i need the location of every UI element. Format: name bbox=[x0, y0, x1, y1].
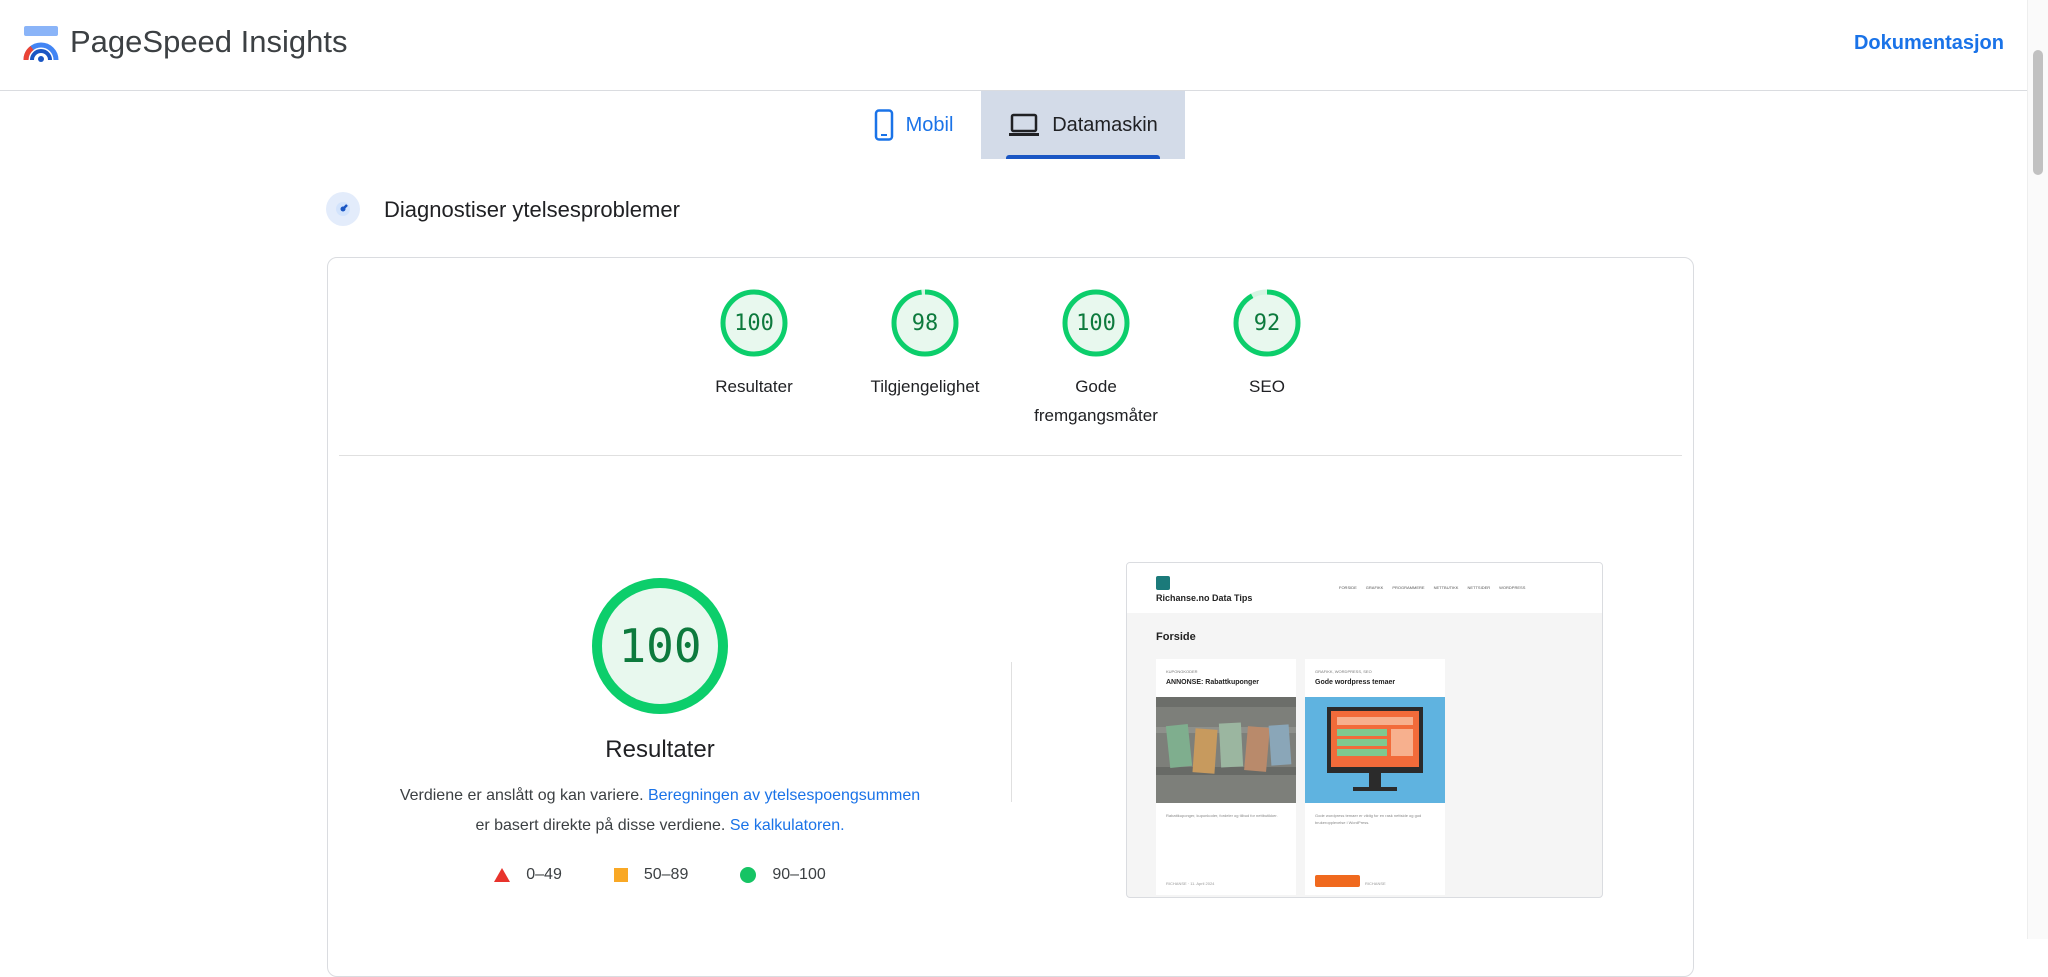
tab-mobile[interactable]: Mobil bbox=[846, 91, 981, 159]
scrollbar-thumb[interactable] bbox=[2033, 50, 2043, 175]
pagespeed-logo-icon[interactable] bbox=[22, 26, 60, 62]
gauge-label: Resultater bbox=[715, 377, 793, 396]
post-category: KUPONGKODER bbox=[1166, 669, 1198, 674]
triangle-icon bbox=[494, 868, 511, 882]
post-meta: RICHANSE bbox=[1365, 881, 1386, 886]
post-category: GRAFIKK, WORDPRESS, SEO bbox=[1315, 669, 1372, 674]
screenshot-nav-item: NETTBUTIKK bbox=[1433, 585, 1459, 590]
performance-description: Verdiene er anslått og kan variere. Bere… bbox=[328, 781, 992, 841]
screenshot-nav-item: FORSIDE bbox=[1339, 585, 1357, 590]
post-title: Gode wordpress temaer bbox=[1315, 679, 1396, 686]
score-calculation-link[interactable]: Beregningen av ytelsespoengsummen bbox=[648, 787, 920, 804]
screenshot-post: KUPONGKODER ANNONSE: Rabattkuponger Raba… bbox=[1156, 659, 1296, 895]
gauge-score: 98 bbox=[911, 310, 939, 336]
smartphone-icon bbox=[874, 109, 894, 141]
gauge-accessibility[interactable]: 98 Tilgjengelighet bbox=[840, 288, 1011, 430]
post-excerpt: Rabattkuponger, kuponkoder, fordeler og … bbox=[1166, 813, 1278, 818]
calculator-link[interactable]: Se kalkulatoren. bbox=[730, 817, 845, 834]
gauge-score: 100 bbox=[1076, 310, 1116, 336]
score-ring: 92 bbox=[1232, 288, 1302, 358]
screenshot-page-title: Forside bbox=[1156, 631, 1196, 643]
tab-desktop-label: Datamaskin bbox=[1052, 113, 1158, 136]
legend-range: 50–89 bbox=[643, 866, 689, 883]
top-bar: PageSpeed Insights Dokumentasjon bbox=[0, 0, 2028, 91]
legend-range: 90–100 bbox=[772, 866, 826, 883]
post-read-more-button bbox=[1315, 875, 1360, 887]
screenshot-nav: FORSIDE GRAFIKK PROGRAMMERE NETTBUTIKK N… bbox=[1339, 585, 1534, 590]
post-title: ANNONSE: Rabattkuponger bbox=[1166, 679, 1259, 686]
final-screenshot[interactable]: Richanse.no Data Tips FORSIDE GRAFIKK PR… bbox=[1126, 562, 1603, 898]
post-meta: RICHANSE · 11. April 2024 bbox=[1166, 881, 1215, 886]
card-divider bbox=[339, 455, 1682, 456]
screenshot-nav-item: NETTSIDER bbox=[1467, 585, 1491, 590]
gauge-label: Tilgjengelighet bbox=[870, 377, 980, 396]
active-tab-indicator bbox=[1006, 155, 1160, 159]
diagnose-icon bbox=[326, 192, 360, 226]
post-image-monitor bbox=[1305, 697, 1445, 803]
vertical-divider bbox=[1011, 662, 1012, 802]
desc-text-1: Verdiene er anslått og kan variere. bbox=[399, 787, 648, 804]
performance-label: Resultater bbox=[605, 736, 715, 763]
gauge-score: 100 bbox=[734, 310, 774, 336]
square-icon bbox=[613, 868, 628, 882]
gauge-performance[interactable]: 100 Resultater bbox=[669, 288, 840, 430]
score-ring: 100 bbox=[1061, 288, 1131, 358]
post-image-money bbox=[1156, 697, 1296, 803]
gauge-score: 92 bbox=[1253, 310, 1281, 336]
section-title: Diagnostiser ytelsesproblemer bbox=[384, 197, 680, 222]
post-excerpt: Gode wordpress temaer er viktig for en r… bbox=[1315, 813, 1422, 825]
screenshot-nav-item: GRAFIKK bbox=[1365, 585, 1384, 590]
legend-pass: 90–100 bbox=[740, 866, 826, 884]
category-gauges: 100 Resultater 98 Tilgjengelighet 100 Go… bbox=[328, 288, 1693, 430]
screenshot-nav-item: WORDPRESS bbox=[1499, 585, 1526, 590]
tab-mobile-label: Mobil bbox=[905, 113, 954, 136]
screenshot-site-header: Richanse.no Data Tips FORSIDE GRAFIKK PR… bbox=[1127, 563, 1602, 613]
tab-desktop[interactable]: Datamaskin bbox=[981, 91, 1185, 159]
desc-text-2: er basert direkte på disse verdiene. bbox=[475, 817, 730, 834]
gauge-label: Gode fremgangsmåter bbox=[1034, 377, 1158, 425]
page-scrollbar[interactable] bbox=[2027, 0, 2048, 939]
screenshot-post: GRAFIKK, WORDPRESS, SEO Gode wordpress t… bbox=[1305, 659, 1445, 895]
laptop-icon bbox=[1008, 113, 1040, 137]
report-card: 100 Resultater 98 Tilgjengelighet 100 Go… bbox=[327, 257, 1694, 977]
score-ring: 100 bbox=[719, 288, 789, 358]
legend-range: 0–49 bbox=[526, 866, 562, 883]
documentation-link[interactable]: Dokumentasjon bbox=[1854, 32, 2004, 55]
legend-fail: 0–49 bbox=[494, 866, 562, 884]
performance-score: 100 bbox=[618, 619, 702, 673]
screenshot-site-name: Richanse.no Data Tips bbox=[1156, 593, 1253, 603]
score-legend: 0–49 50–89 90–100 bbox=[328, 866, 992, 884]
site-logo-icon bbox=[1156, 576, 1170, 590]
screenshot-nav-item: PROGRAMMERE bbox=[1392, 585, 1425, 590]
app-title[interactable]: PageSpeed Insights bbox=[70, 24, 348, 60]
gauge-seo[interactable]: 92 SEO bbox=[1182, 288, 1353, 430]
gauge-best-practices[interactable]: 100 Gode fremgangsmåter bbox=[1011, 288, 1182, 430]
gauge-label: SEO bbox=[1249, 377, 1285, 396]
legend-average: 50–89 bbox=[613, 866, 689, 884]
circle-icon bbox=[740, 867, 757, 883]
performance-gauge: 100 bbox=[590, 576, 730, 716]
score-ring: 98 bbox=[890, 288, 960, 358]
